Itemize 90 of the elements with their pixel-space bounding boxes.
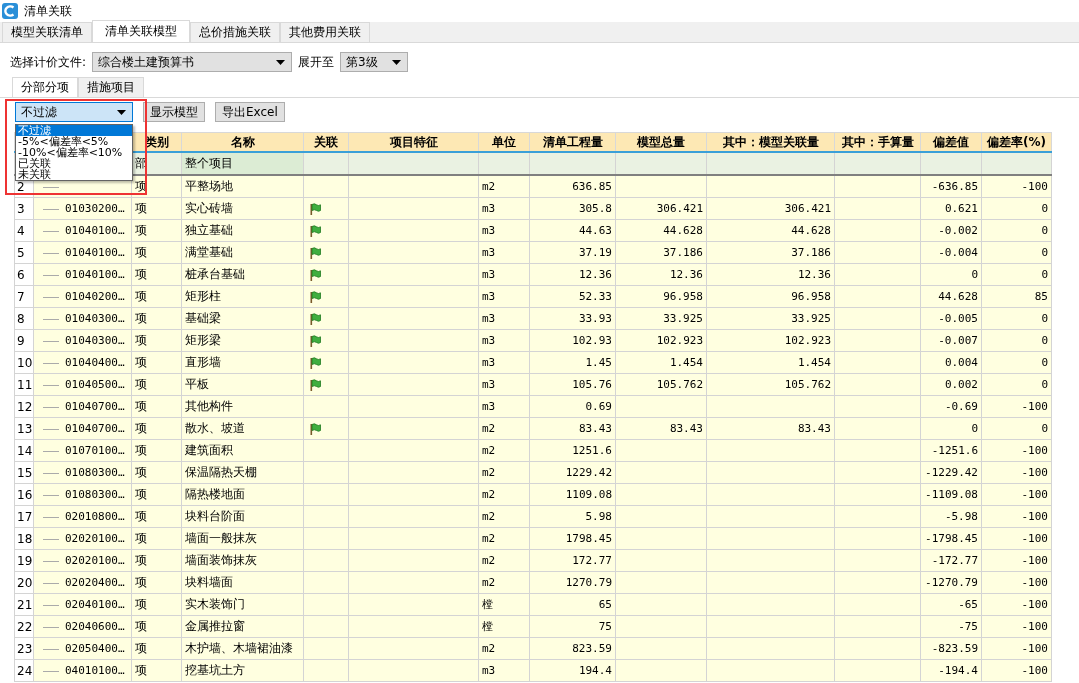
flag-icon	[310, 422, 321, 435]
item-code: 01040300…	[65, 312, 125, 325]
row-number: 18	[17, 531, 33, 546]
row-number: 16	[17, 487, 33, 502]
row-number: 6	[17, 267, 25, 282]
file-select-label: 选择计价文件:	[10, 53, 87, 71]
table-cell: 平整场地	[181, 175, 304, 198]
row-number: 7	[17, 289, 25, 304]
filter-option[interactable]: 未关联	[16, 169, 132, 180]
item-code: 01080300…	[65, 488, 125, 501]
table-cell: 整个项目	[181, 152, 304, 175]
item-code: 02020400…	[65, 576, 125, 589]
item-code: 01070100…	[65, 444, 125, 457]
flag-icon	[310, 268, 321, 281]
filter-option[interactable]: 不过滤	[16, 125, 132, 136]
row-number: 21	[17, 597, 33, 612]
row-number: 3	[17, 201, 25, 216]
column-header[interactable]: 偏差率(%)	[981, 132, 1052, 152]
item-code: 01040300…	[65, 334, 125, 347]
sub-tab[interactable]: 分部分项	[12, 77, 78, 97]
column-header[interactable]: 名称	[181, 132, 304, 152]
app-logo-icon	[2, 3, 18, 19]
flag-icon	[310, 356, 321, 369]
file-select[interactable]: 综合楼土建预算书	[92, 52, 293, 72]
item-code: 02040600…	[65, 620, 125, 633]
item-code: 01040700…	[65, 422, 125, 435]
tab[interactable]: 模型关联清单	[2, 22, 92, 42]
column-header[interactable]: 关联	[303, 132, 349, 152]
item-code: 01040700…	[65, 400, 125, 413]
row-number: 10	[17, 355, 33, 370]
item-code: 01040200…	[65, 290, 125, 303]
window-title: 清单关联	[24, 2, 72, 20]
flag-icon	[310, 224, 321, 237]
row-number: 11	[17, 377, 33, 392]
row-number: 24	[17, 663, 33, 678]
item-code: 01040100…	[65, 268, 125, 281]
flag-icon	[310, 246, 321, 259]
item-code: 01080300…	[65, 466, 125, 479]
filter-option[interactable]: 已关联	[16, 158, 132, 169]
row-number: 13	[17, 421, 33, 436]
item-code: 02010800…	[65, 510, 125, 523]
item-code: 01040100…	[65, 224, 125, 237]
flag-icon	[310, 378, 321, 391]
column-header[interactable]: 清单工程量	[529, 132, 616, 152]
row-number: 9	[17, 333, 25, 348]
filter-select[interactable]: 不过滤	[15, 102, 133, 122]
flag-icon	[310, 202, 321, 215]
row-number: 2	[17, 179, 25, 194]
row-number: 23	[17, 641, 33, 656]
row-number: 19	[17, 553, 33, 568]
row-number: 5	[17, 245, 25, 260]
column-header[interactable]: 偏差值	[920, 132, 982, 152]
column-header[interactable]: 其中：手算量	[834, 132, 921, 152]
item-code: 01030200…	[65, 202, 125, 215]
sub-tab[interactable]: 措施项目	[78, 77, 144, 97]
row-number: 4	[17, 223, 25, 238]
column-header[interactable]: 单位	[478, 132, 530, 152]
flag-icon	[310, 334, 321, 347]
row-number: 15	[17, 465, 33, 480]
level-select[interactable]: 第3级	[340, 52, 409, 72]
tab[interactable]: 清单关联模型	[92, 20, 190, 42]
item-code: 02040100…	[65, 598, 125, 611]
row-number: 22	[17, 619, 33, 634]
expand-select-label: 展开至	[298, 53, 335, 71]
tab[interactable]: 其他费用关联	[280, 22, 370, 42]
caret-icon	[276, 59, 286, 65]
item-code: 02020100…	[65, 532, 125, 545]
item-code: 02050400…	[65, 642, 125, 655]
row-number: 12	[17, 399, 33, 414]
row-number: 20	[17, 575, 33, 590]
item-code: 02020100…	[65, 554, 125, 567]
caret-icon	[392, 59, 402, 65]
item-code: 01040500…	[65, 378, 125, 391]
filter-option[interactable]: -10%<偏差率<10%	[16, 147, 132, 158]
toolbar-button[interactable]: 显示模型	[143, 102, 205, 122]
row-number: 14	[17, 443, 33, 458]
item-code: 04010100…	[65, 664, 125, 677]
column-header[interactable]: 模型总量	[615, 132, 707, 152]
row-number: 8	[17, 311, 25, 326]
flag-icon	[310, 312, 321, 325]
tab[interactable]: 总价措施关联	[190, 22, 280, 42]
toolbar-button[interactable]: 导出Excel	[215, 102, 285, 122]
row-number: 17	[17, 509, 33, 524]
column-header[interactable]: 项目特征	[348, 132, 479, 152]
item-code: 01040400…	[65, 356, 125, 369]
item-code: 01040100…	[65, 246, 125, 259]
column-header[interactable]: 其中：模型关联量	[706, 132, 835, 152]
filter-option[interactable]: -5%<偏差率<5%	[16, 136, 132, 147]
caret-icon	[117, 109, 126, 115]
flag-icon	[310, 290, 321, 303]
